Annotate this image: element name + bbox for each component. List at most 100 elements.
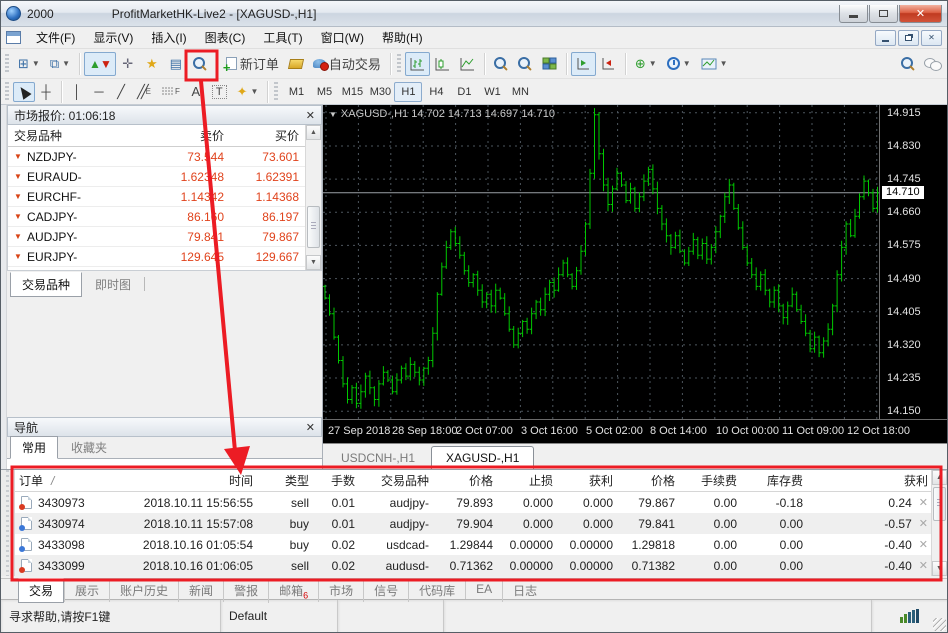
column-ask[interactable]: 买价 — [230, 127, 305, 144]
scroll-down-icon[interactable]: ▼ — [932, 561, 947, 576]
data-window-button[interactable]: ✛ — [116, 52, 140, 76]
market-watch-toggle-button[interactable]: ▲▼ — [84, 51, 116, 76]
market-watch-row[interactable]: ▼ EURJPY- 129.645 129.667 — [8, 247, 305, 267]
toolbar-grip[interactable] — [5, 81, 9, 102]
toolbar-grip[interactable] — [396, 53, 401, 74]
periods-button[interactable]: ▼ — [662, 52, 696, 76]
close-icon[interactable]: ✕ — [306, 109, 315, 122]
chat-button[interactable] — [919, 52, 945, 76]
candlestick-chart-button[interactable] — [430, 52, 455, 76]
timeframe-MN[interactable]: MN — [506, 82, 534, 102]
resize-grip[interactable] — [933, 618, 946, 631]
new-order-button[interactable]: 新订单 — [221, 52, 284, 76]
tile-windows-button[interactable] — [537, 52, 562, 76]
market-watch-scrollbar[interactable]: ▲ ▼ — [305, 125, 321, 270]
minimize-button[interactable] — [839, 4, 868, 23]
new-chart-button[interactable]: ⊞ ▼ — [13, 52, 45, 76]
navigator-tab-2[interactable]: 收藏夹 — [60, 437, 118, 458]
orders-column-9[interactable]: 价格 — [619, 472, 681, 489]
market-watch-row[interactable]: ▼ EURCHF- 1.14342 1.14368 — [8, 187, 305, 207]
close-icon[interactable]: ✕ — [306, 421, 315, 434]
order-row[interactable]: 3430973 2018.10.11 15:56:55 sell 0.01 audjpy… — [15, 492, 931, 513]
templates-button[interactable]: ▼ — [696, 52, 733, 76]
navigator-tab-1[interactable]: 常用 — [10, 436, 59, 459]
column-symbol[interactable]: 交易品种 — [8, 127, 146, 144]
orders-column-7[interactable]: 止损 — [499, 472, 559, 489]
close-trade-icon[interactable]: ✕ — [919, 538, 928, 551]
price-axis[interactable]: 14.915 14.830 14.745 14.660 14.575 14.490 14.4… — [880, 105, 947, 419]
chart-tab-XAGUSDH1[interactable]: XAGUSD-,H1 — [431, 446, 535, 469]
scroll-up-icon[interactable]: ▲ — [932, 470, 947, 485]
metaeditor-button[interactable] — [284, 52, 308, 76]
scroll-thumb[interactable] — [307, 206, 320, 249]
orders-column-8[interactable]: 获利 — [559, 472, 619, 489]
market-watch-row[interactable]: ▼ EURAUD- 1.62348 1.62391 — [8, 167, 305, 187]
strategy-tester-button[interactable] — [188, 52, 212, 76]
terminal-tab-5[interactable]: 警报 — [223, 579, 268, 602]
menu-item-7[interactable]: 帮助(H) — [373, 26, 432, 49]
status-profile[interactable]: Default — [221, 600, 338, 632]
navigator-button[interactable]: ★ — [140, 52, 164, 76]
chart-dropdown-icon[interactable]: ▼ — [329, 110, 337, 119]
market-watch-row[interactable]: ▼ AUDJPY- 79.841 79.867 — [8, 227, 305, 247]
column-bid[interactable]: 卖价 — [146, 127, 230, 144]
orders-column-4[interactable]: 手数 — [317, 472, 361, 489]
order-row[interactable]: 3433098 2018.10.16 01:05:54 buy 0.02 usdcad-… — [15, 534, 931, 555]
terminal-tab-10[interactable]: EA — [465, 579, 502, 599]
auto-scroll-button[interactable] — [570, 51, 596, 76]
terminal-tab-11[interactable]: 日志 — [502, 579, 547, 602]
zoom-out-button[interactable] — [513, 52, 537, 76]
search-button[interactable] — [895, 52, 919, 76]
chart-tab-USDCNHH1[interactable]: USDCNH-,H1 — [327, 447, 429, 469]
timeframe-H1[interactable]: H1 — [394, 81, 423, 102]
timeframe-M5[interactable]: M5 — [310, 82, 338, 102]
vertical-line-button[interactable]: │ — [66, 82, 88, 102]
toolbar-grip[interactable] — [274, 81, 279, 102]
close-trade-icon[interactable]: ✕ — [919, 559, 928, 572]
chart-plot-area[interactable]: ▼ XAGUSD-,H1 14.702 14.713 14.697 14.710 — [323, 105, 880, 419]
time-axis[interactable]: 27 Sep 2018 28 Sep 18:00 2 Oct 07:00 3 Oct … — [323, 419, 947, 443]
scroll-thumb[interactable] — [933, 487, 946, 521]
terminal-tab-6[interactable]: 邮箱6 — [268, 579, 318, 604]
terminal-tab-8[interactable]: 信号 — [363, 579, 408, 602]
market-watch-row[interactable]: ▼ NZDJPY- 73.544 73.601 — [8, 147, 305, 167]
zoom-in-button[interactable] — [489, 52, 513, 76]
terminal-scrollbar[interactable]: ▲ ▼ — [931, 470, 947, 576]
bar-chart-button[interactable] — [404, 51, 430, 76]
timeframe-M30[interactable]: M30 — [366, 82, 394, 102]
close-button[interactable]: ✕ — [899, 4, 942, 23]
market-watch-tab-1[interactable]: 交易品种 — [10, 271, 83, 297]
terminal-tab-9[interactable]: 代码库 — [408, 579, 465, 602]
terminal-tab-1[interactable]: 交易 — [18, 578, 65, 603]
timeframe-D1[interactable]: D1 — [450, 82, 478, 102]
terminal-tab-4[interactable]: 新闻 — [178, 579, 223, 602]
fibonacci-button[interactable]: F — [156, 82, 185, 102]
orders-column-1[interactable]: 订单 / — [15, 472, 115, 489]
timeframe-M1[interactable]: M1 — [282, 82, 310, 102]
close-trade-icon[interactable]: ✕ — [919, 496, 928, 509]
child-minimize-button[interactable] — [875, 29, 896, 46]
market-watch-row[interactable]: ▼ CADJPY- 86.160 86.197 — [8, 207, 305, 227]
text-tool-button[interactable]: A — [185, 82, 207, 102]
terminal-dock-grip[interactable] — [1, 470, 15, 576]
menu-item-1[interactable]: 文件(F) — [27, 26, 84, 49]
text-label-button[interactable]: T — [207, 82, 232, 102]
orders-column-3[interactable]: 类型 — [263, 472, 317, 489]
close-trade-icon[interactable]: ✕ — [919, 517, 928, 530]
child-restore-button[interactable] — [898, 29, 919, 46]
orders-column-2[interactable]: 时间 — [115, 472, 263, 489]
toolbar-grip[interactable] — [5, 53, 9, 74]
order-row[interactable]: 3433099 2018.10.16 01:06:05 sell 0.02 audusd… — [15, 555, 931, 576]
chart-shift-button[interactable] — [596, 52, 621, 76]
equidistant-channel-button[interactable]: ╱╱ E — [132, 82, 156, 102]
orders-column-5[interactable]: 交易品种 — [361, 472, 437, 489]
line-chart-button[interactable] — [455, 52, 480, 76]
order-row[interactable]: 3430974 2018.10.11 15:57:08 buy 0.01 audjpy-… — [15, 513, 931, 534]
terminal-tab-2[interactable]: 展示 — [64, 579, 109, 602]
orders-column-10[interactable]: 手续费 — [681, 472, 743, 489]
trendline-button[interactable]: ╱ — [110, 82, 132, 102]
timeframe-M15[interactable]: M15 — [338, 82, 366, 102]
horizontal-line-button[interactable]: ─ — [88, 82, 110, 102]
cursor-tool-button[interactable] — [13, 81, 35, 102]
menu-item-6[interactable]: 窗口(W) — [312, 26, 373, 49]
